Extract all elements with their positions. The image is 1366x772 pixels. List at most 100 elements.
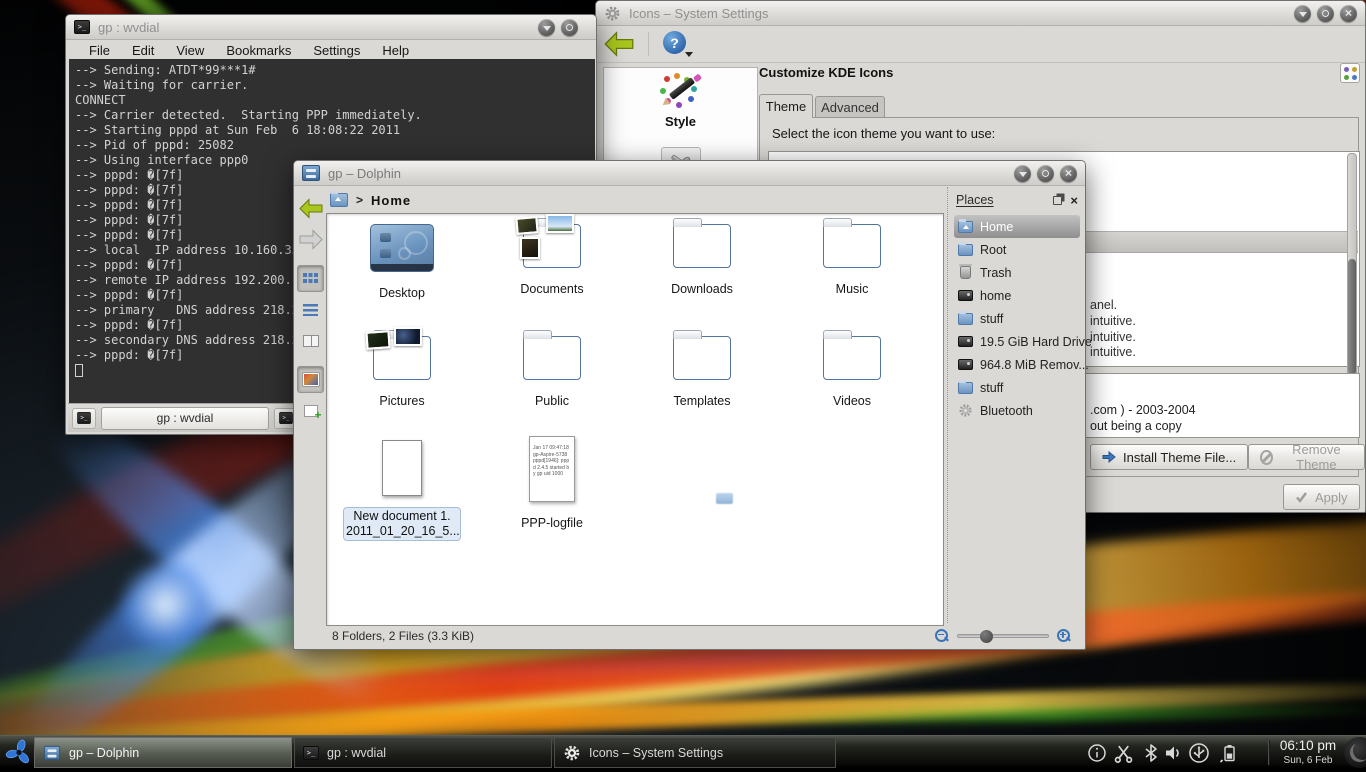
place-label: Trash bbox=[980, 266, 1012, 280]
desktop-icon bbox=[370, 224, 434, 272]
folder-item-desktop[interactable]: Desktop bbox=[327, 224, 477, 300]
place-item-home-drive[interactable]: home bbox=[954, 284, 1080, 307]
clipboard-scissors-icon[interactable] bbox=[1112, 742, 1134, 764]
zoom-in-icon[interactable] bbox=[1057, 629, 1071, 643]
toolbar-separator bbox=[648, 32, 649, 56]
dolphin-titlebar[interactable]: gp – Dolphin bbox=[294, 161, 1085, 186]
place-item-stuff[interactable]: stuff bbox=[954, 307, 1080, 330]
system-settings-titlebar[interactable]: Icons – System Settings bbox=[596, 1, 1365, 26]
help-button[interactable] bbox=[663, 31, 689, 57]
split-view-button[interactable] bbox=[297, 397, 324, 424]
folder-label: Videos bbox=[777, 394, 927, 408]
photo-thumbnail bbox=[520, 237, 540, 259]
gear-icon bbox=[604, 5, 621, 22]
folder-item-videos[interactable]: Videos bbox=[777, 336, 927, 408]
place-label: stuff bbox=[980, 312, 1003, 326]
dolphin-window: gp – Dolphin > Home bbox=[293, 160, 1086, 650]
tab-advanced[interactable]: Advanced bbox=[815, 96, 885, 117]
breadcrumb-location[interactable]: Home bbox=[371, 193, 411, 208]
close-button[interactable] bbox=[1340, 5, 1357, 22]
place-item-stuff2[interactable]: stuff bbox=[954, 376, 1080, 399]
text-file-icon: Jan 17 09:47:18 gp-Aspire-5738 pppd[1946… bbox=[529, 436, 575, 502]
file-item-ppp-logfile[interactable]: Jan 17 09:47:18 gp-Aspire-5738 pppd[1946… bbox=[477, 436, 627, 530]
folder-item-documents[interactable]: Documents bbox=[477, 224, 627, 296]
folder-label: Downloads bbox=[627, 282, 777, 296]
taskbar-task-system-settings[interactable]: Icons – System Settings bbox=[554, 737, 836, 768]
window-title: gp : wvdial bbox=[98, 20, 159, 35]
new-tab-button[interactable] bbox=[72, 408, 96, 429]
zoom-slider-handle[interactable] bbox=[980, 630, 993, 643]
battery-icon[interactable] bbox=[1218, 742, 1240, 764]
maximize-button[interactable] bbox=[561, 19, 578, 36]
panel-toolbox-cashew[interactable] bbox=[1344, 737, 1366, 768]
folder-icon bbox=[958, 382, 973, 394]
menu-settings[interactable]: Settings bbox=[302, 43, 371, 58]
minimize-button[interactable] bbox=[1014, 165, 1031, 182]
menu-edit[interactable]: Edit bbox=[121, 43, 165, 58]
terminal-line: --> Waiting for carrier. bbox=[75, 78, 589, 93]
back-button[interactable] bbox=[297, 195, 324, 222]
info-icon[interactable] bbox=[1086, 742, 1108, 764]
close-panel-icon[interactable]: × bbox=[1070, 196, 1078, 205]
file-item-new-document[interactable]: New document 1. 2011_01_20_16_5... bbox=[327, 440, 477, 541]
details-view-button[interactable] bbox=[297, 296, 324, 323]
scrollbar-thumb[interactable] bbox=[1348, 259, 1356, 375]
terminal-line: CONNECT bbox=[75, 93, 589, 108]
apply-button[interactable]: Apply bbox=[1283, 484, 1360, 510]
place-item-bluetooth[interactable]: Bluetooth bbox=[954, 399, 1080, 422]
trisquel-logo bbox=[4, 738, 34, 767]
module-mini-icon bbox=[1340, 63, 1360, 83]
blank-document-icon bbox=[382, 440, 422, 496]
dolphin-side-toolbar bbox=[296, 191, 325, 623]
minimize-button[interactable] bbox=[538, 19, 555, 36]
place-item-root[interactable]: Root bbox=[954, 238, 1080, 261]
folder-view[interactable]: Desktop Documents Downloads Music Pictur… bbox=[326, 213, 944, 626]
file-label: PPP-logfile bbox=[477, 516, 627, 530]
bluetooth-icon[interactable] bbox=[1140, 742, 1162, 764]
maximize-button[interactable] bbox=[1317, 5, 1334, 22]
preview-toggle-button[interactable] bbox=[297, 366, 324, 393]
sidebar-item-style[interactable]: Style bbox=[604, 68, 757, 129]
folder-item-downloads[interactable]: Downloads bbox=[627, 224, 777, 296]
zoom-out-icon[interactable] bbox=[935, 629, 949, 643]
terminal-icon bbox=[77, 412, 91, 424]
forward-button[interactable] bbox=[297, 226, 324, 253]
terminal-line: --> Sending: ATDT*99***1# bbox=[75, 63, 589, 78]
place-item-hard-drive[interactable]: 19.5 GiB Hard Drive bbox=[954, 330, 1080, 353]
install-theme-button[interactable]: Install Theme File... bbox=[1090, 444, 1248, 470]
taskbar-task-terminal[interactable]: gp : wvdial bbox=[294, 737, 552, 768]
menu-bookmarks[interactable]: Bookmarks bbox=[215, 43, 302, 58]
menu-help[interactable]: Help bbox=[371, 43, 420, 58]
home-folder-icon bbox=[958, 221, 973, 233]
usb-device-icon[interactable] bbox=[1188, 742, 1210, 764]
place-item-trash[interactable]: Trash bbox=[954, 261, 1080, 284]
terminal-icon bbox=[74, 20, 90, 34]
zoom-slider[interactable] bbox=[957, 634, 1049, 638]
icons-view-button[interactable] bbox=[297, 265, 324, 292]
terminal-titlebar[interactable]: gp : wvdial bbox=[66, 15, 596, 40]
tab-theme[interactable]: Theme bbox=[759, 94, 813, 118]
remove-theme-button[interactable]: Remove Theme bbox=[1248, 444, 1365, 470]
folder-item-templates[interactable]: Templates bbox=[627, 336, 777, 408]
folder-item-pictures[interactable]: Pictures bbox=[327, 336, 477, 408]
breadcrumb-separator: > bbox=[356, 193, 363, 207]
volume-icon[interactable] bbox=[1162, 742, 1184, 764]
folder-item-public[interactable]: Public bbox=[477, 336, 627, 408]
menu-file[interactable]: File bbox=[78, 43, 121, 58]
launcher-button[interactable] bbox=[4, 738, 34, 772]
columns-view-button[interactable] bbox=[297, 327, 324, 354]
clock[interactable]: 06:10 pm Sun, 6 Feb bbox=[1276, 738, 1340, 768]
place-item-home[interactable]: Home bbox=[954, 215, 1080, 238]
minimize-button[interactable] bbox=[1294, 5, 1311, 22]
place-item-removable[interactable]: 964.8 MiB Remov... bbox=[954, 353, 1080, 376]
maximize-button[interactable] bbox=[1037, 165, 1054, 182]
menu-view[interactable]: View bbox=[165, 43, 215, 58]
home-folder-icon[interactable] bbox=[330, 193, 348, 207]
float-panel-icon[interactable] bbox=[1053, 196, 1062, 205]
back-button[interactable] bbox=[604, 31, 634, 57]
tab-label: Advanced bbox=[821, 100, 879, 115]
close-button[interactable] bbox=[1060, 165, 1077, 182]
folder-item-music[interactable]: Music bbox=[777, 224, 927, 296]
terminal-tab[interactable]: gp : wvdial bbox=[101, 407, 269, 430]
taskbar-task-dolphin[interactable]: gp – Dolphin bbox=[34, 737, 292, 768]
